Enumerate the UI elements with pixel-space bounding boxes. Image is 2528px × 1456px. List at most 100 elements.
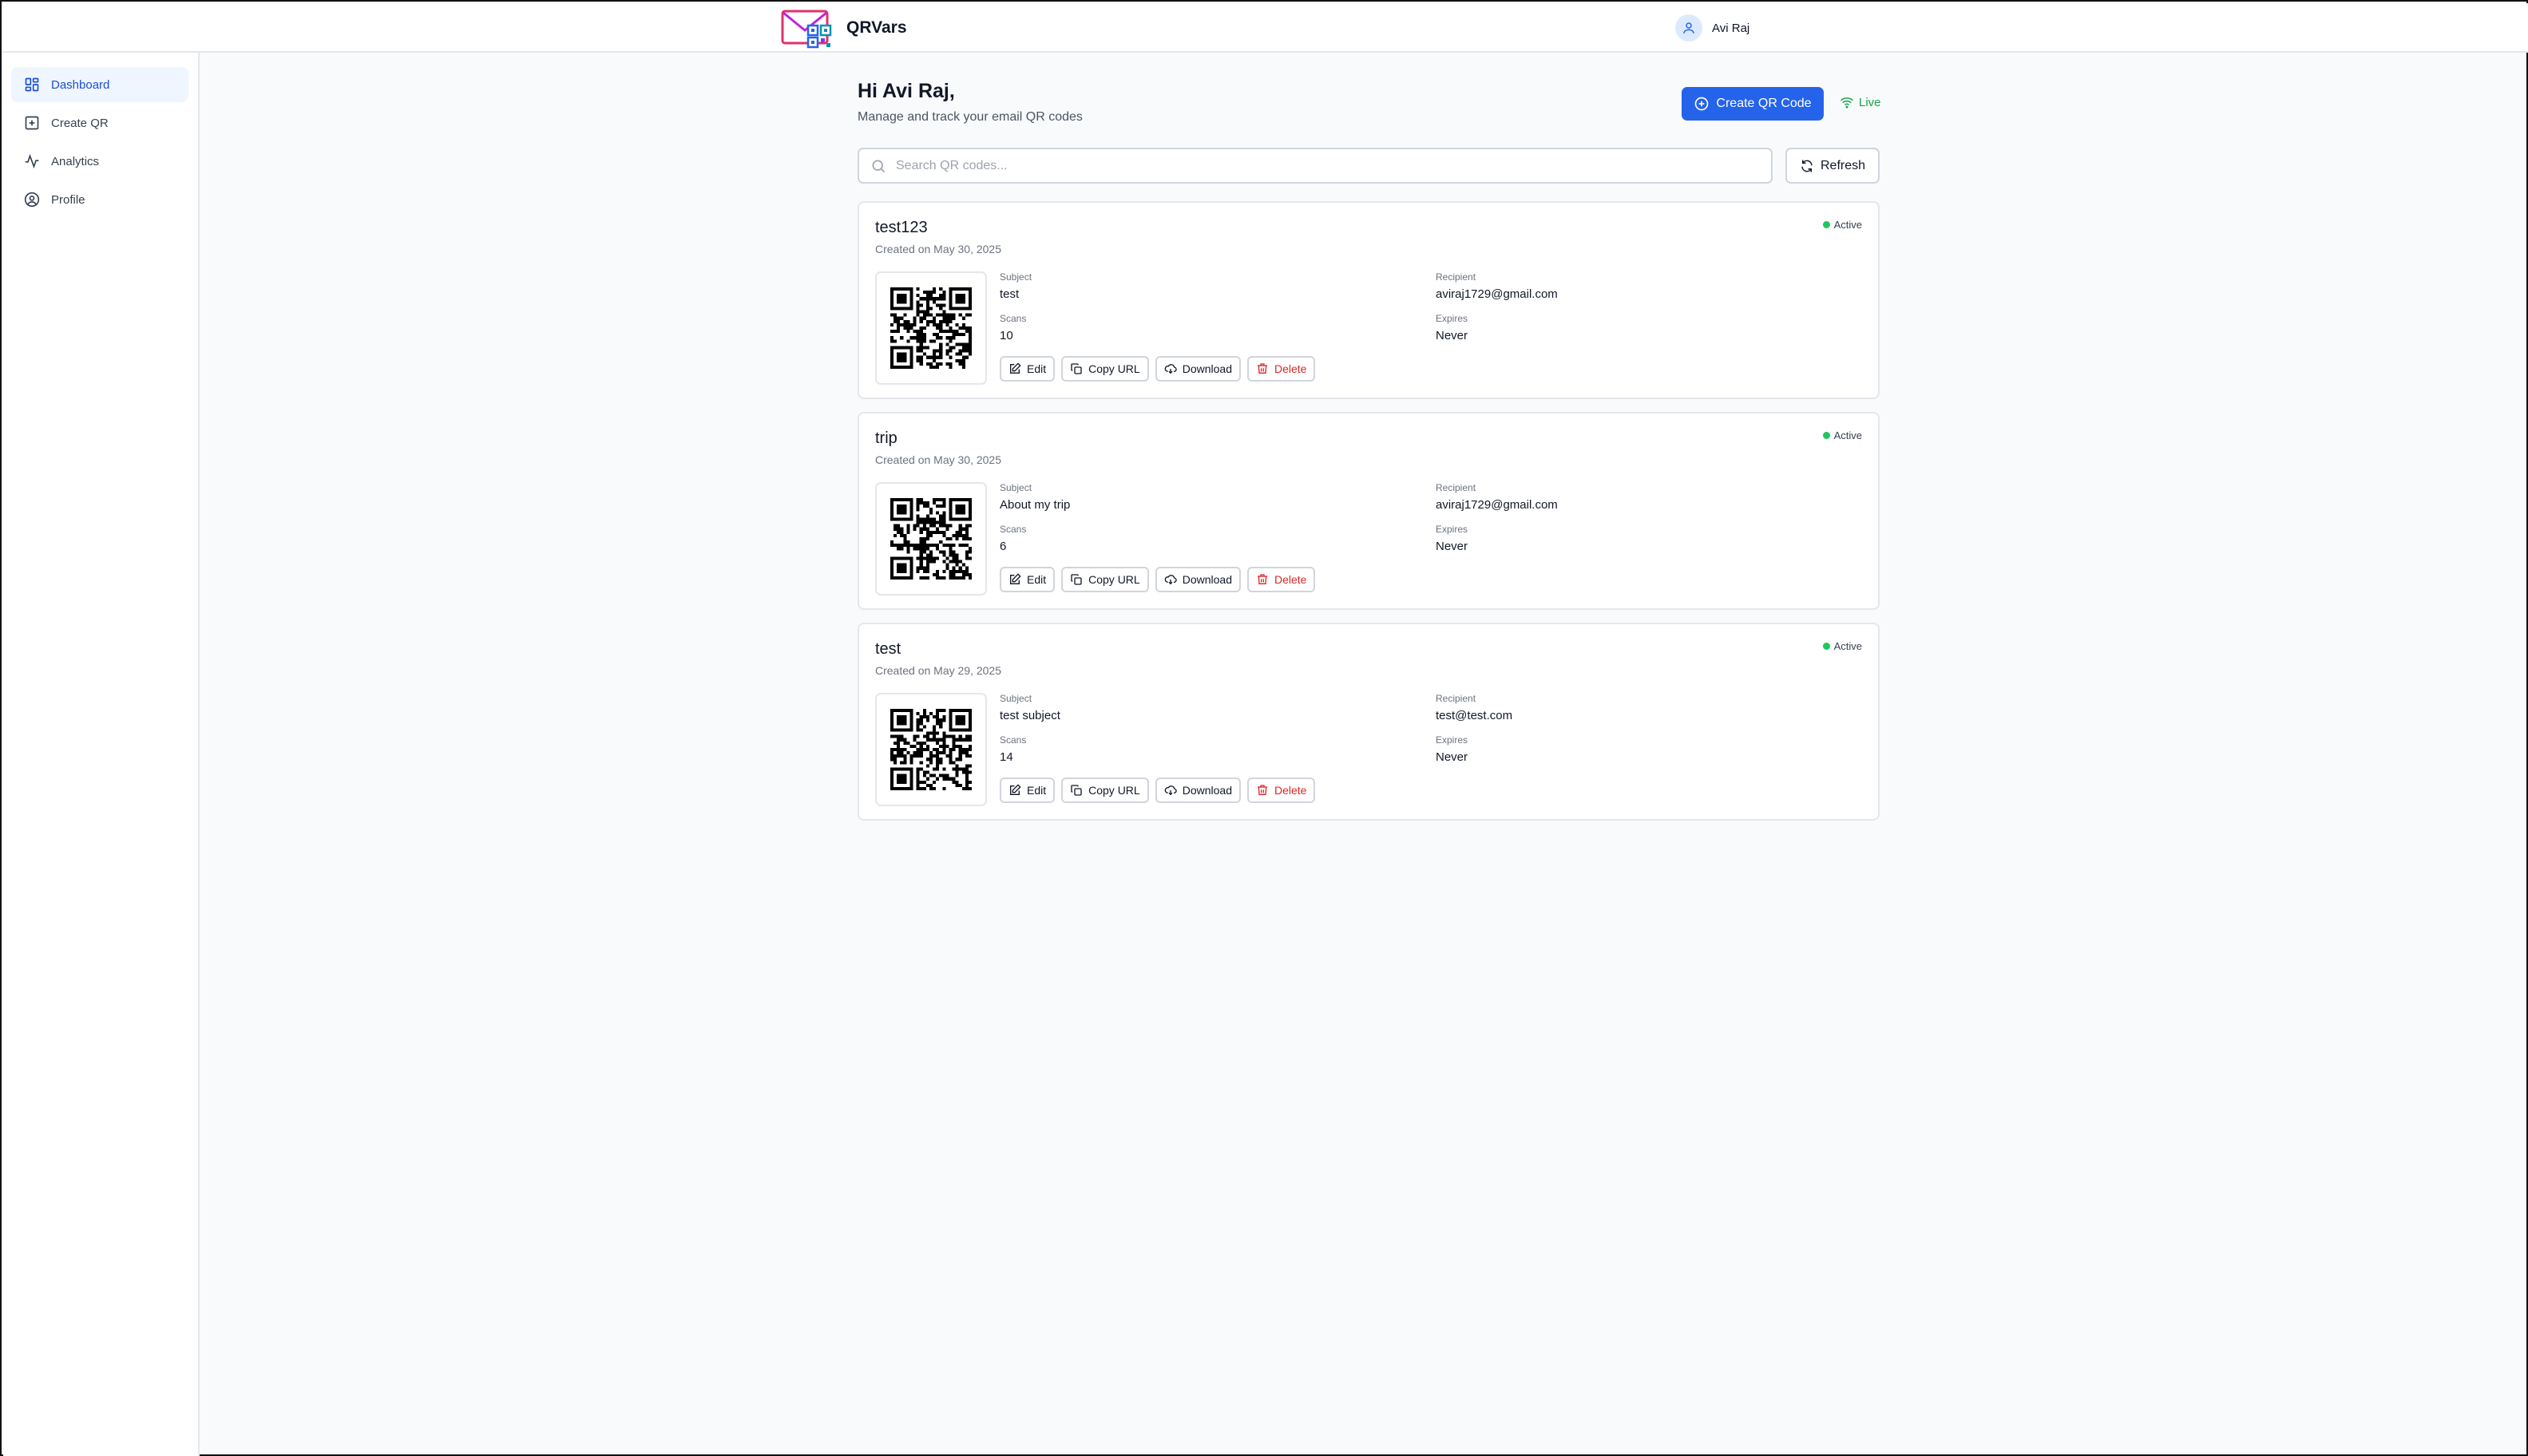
- cloud-download-icon: [1164, 785, 1177, 796]
- expires-label: Expires: [1436, 734, 1468, 746]
- copy-url-label: Copy URL: [1088, 573, 1140, 586]
- user-circle-icon: [24, 192, 40, 208]
- user-name: Avi Raj: [1712, 21, 1750, 35]
- scans-value: 14: [1000, 750, 1013, 764]
- card-actions: Edit Copy URL Download Delete: [1000, 777, 1321, 803]
- create-qr-code-button[interactable]: Create QR Code: [1682, 87, 1824, 121]
- download-button[interactable]: Download: [1155, 356, 1241, 382]
- delete-label: Delete: [1274, 573, 1307, 586]
- scans-label: Scans: [1000, 313, 1027, 324]
- qr-card: trip Created on May 30, 2025 Active Subj…: [858, 412, 1880, 610]
- qr-card-title: test: [875, 640, 901, 658]
- recipient-value: test@test.com: [1436, 709, 1513, 722]
- sidebar-item-dashboard[interactable]: Dashboard: [11, 67, 188, 102]
- delete-label: Delete: [1274, 362, 1307, 375]
- download-button[interactable]: Download: [1155, 567, 1241, 592]
- search-icon: [872, 160, 886, 172]
- top-bar: QRVars Avi Raj: [3, 3, 2528, 53]
- sidebar-item-create-qr[interactable]: Create QR: [11, 105, 188, 140]
- expires-label: Expires: [1436, 524, 1468, 535]
- sidebar-item-label: Create QR: [51, 116, 109, 130]
- search-box[interactable]: [858, 148, 1773, 184]
- delete-label: Delete: [1274, 784, 1307, 797]
- wifi-icon: [1841, 97, 1853, 109]
- qr-code-icon: [890, 287, 972, 369]
- expires-label: Expires: [1436, 313, 1468, 324]
- brand[interactable]: QRVars: [781, 6, 907, 49]
- qr-card-title: test123: [875, 219, 928, 236]
- edit-label: Edit: [1027, 573, 1047, 586]
- status-badge: Active: [1822, 219, 1862, 231]
- status-dot-icon: [1822, 221, 1830, 228]
- status-badge: Active: [1822, 640, 1862, 652]
- edit-button[interactable]: Edit: [1000, 777, 1056, 803]
- qr-code-icon: [890, 709, 972, 790]
- status-dot-icon: [1822, 432, 1830, 439]
- sidebar-item-label: Analytics: [51, 154, 100, 168]
- qr-card: test123 Created on May 30, 2025 Active S…: [858, 201, 1880, 399]
- recipient-value: aviraj1729@gmail.com: [1436, 498, 1558, 512]
- trash-icon: [1257, 574, 1267, 584]
- sidebar-item-label: Dashboard: [51, 77, 110, 92]
- app-name: QRVars: [846, 18, 907, 37]
- dashboard-icon: [25, 77, 39, 92]
- recipient-label: Recipient: [1436, 693, 1476, 704]
- card-actions: Edit Copy URL Download Delete: [1000, 356, 1321, 382]
- qr-code-image: [875, 271, 987, 385]
- scans-label: Scans: [1000, 734, 1027, 746]
- scans-value: 10: [1000, 329, 1013, 342]
- status-badge: Active: [1822, 429, 1862, 441]
- user-menu[interactable]: Avi Raj: [1675, 14, 1749, 42]
- qr-code-image: [875, 693, 987, 806]
- expires-value: Never: [1436, 750, 1468, 764]
- copy-url-button[interactable]: Copy URL: [1061, 567, 1149, 592]
- edit-button[interactable]: Edit: [1000, 356, 1056, 382]
- subject-value: test subject: [1000, 709, 1060, 722]
- recipient-label: Recipient: [1436, 482, 1476, 493]
- recipient-value: aviraj1729@gmail.com: [1436, 287, 1558, 301]
- subject-value: test: [1000, 287, 1020, 301]
- copy-url-button[interactable]: Copy URL: [1061, 777, 1149, 803]
- copy-url-button[interactable]: Copy URL: [1061, 356, 1149, 382]
- download-label: Download: [1182, 573, 1232, 586]
- app-window: QRVars Avi Raj Dashboard Create QR Analy…: [0, 0, 2528, 1456]
- sidebar: Dashboard Create QR Analytics Profile: [3, 53, 200, 1456]
- trash-icon: [1257, 785, 1267, 795]
- download-button[interactable]: Download: [1155, 777, 1241, 803]
- logo-icon: [781, 10, 832, 49]
- edit-label: Edit: [1027, 362, 1047, 375]
- status-label: Active: [1833, 219, 1862, 231]
- create-qr-code-label: Create QR Code: [1716, 97, 1812, 110]
- sidebar-item-analytics[interactable]: Analytics: [11, 144, 188, 179]
- activity-icon: [25, 153, 39, 169]
- page-title: Hi Avi Raj,: [858, 80, 955, 102]
- qr-code-image: [875, 482, 987, 595]
- delete-button[interactable]: Delete: [1246, 356, 1316, 382]
- qr-card: test Created on May 29, 2025 Active Subj…: [858, 623, 1880, 821]
- edit-icon: [1010, 362, 1021, 374]
- qr-card-created: Created on May 30, 2025: [875, 453, 1001, 466]
- copy-url-label: Copy URL: [1088, 784, 1140, 797]
- copy-icon: [1071, 363, 1082, 374]
- plus-square-icon: [25, 116, 39, 130]
- qr-code-icon: [890, 498, 972, 580]
- user-icon: [1683, 22, 1694, 34]
- plus-circle-icon: [1695, 97, 1709, 111]
- refresh-button[interactable]: Refresh: [1785, 148, 1880, 184]
- download-label: Download: [1182, 784, 1232, 797]
- download-label: Download: [1182, 362, 1232, 375]
- live-indicator: Live: [1840, 95, 1881, 109]
- card-actions: Edit Copy URL Download Delete: [1000, 567, 1321, 592]
- page-subtitle: Manage and track your email QR codes: [858, 110, 1083, 124]
- expires-value: Never: [1436, 329, 1468, 342]
- delete-button[interactable]: Delete: [1246, 777, 1316, 803]
- edit-label: Edit: [1027, 784, 1047, 797]
- subject-value: About my trip: [1000, 498, 1071, 512]
- live-label: Live: [1859, 95, 1881, 109]
- recipient-label: Recipient: [1436, 271, 1476, 283]
- sidebar-item-profile[interactable]: Profile: [11, 182, 188, 217]
- delete-button[interactable]: Delete: [1246, 567, 1316, 592]
- status-label: Active: [1833, 640, 1862, 652]
- search-input[interactable]: [896, 158, 1771, 173]
- edit-button[interactable]: Edit: [1000, 567, 1056, 592]
